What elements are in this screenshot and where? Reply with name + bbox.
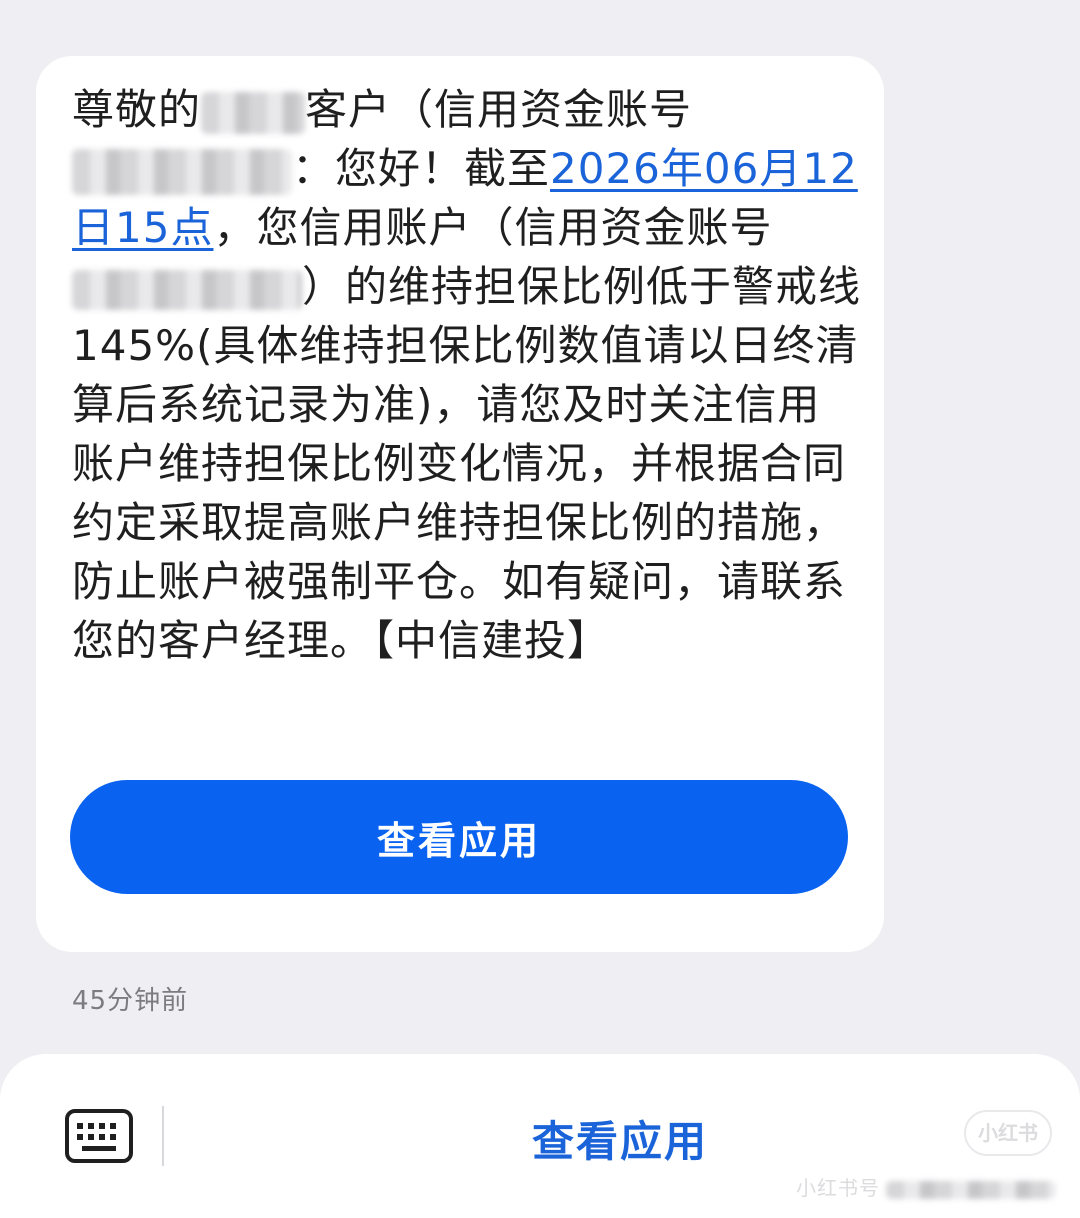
message-bubble: 尊敬的 客户（信用资金账号：您好！截至2026年06月12日15点，您信用账户（信… (36, 56, 884, 952)
watermark-text: 小红书号 (796, 1172, 1056, 1201)
watermark-label: 小红书号 (796, 1176, 880, 1200)
message-timestamp: 45分钟前 (72, 986, 189, 1016)
view-app-button[interactable]: 查看应用 (70, 780, 848, 894)
redacted-account-number-2 (72, 269, 302, 310)
keyboard-icon[interactable] (64, 1108, 134, 1164)
message-part-4: ，您信用账户（信用资金账号 (213, 203, 773, 252)
bottom-bar: 查看应用 小红书 小红书号 (0, 1054, 1080, 1218)
message-part-5: ）的维持担保比例低于警戒线145%(具体维持担保比例数值请以日终清算后系统记录为… (72, 262, 862, 665)
message-part-2: 客户（信用资金账号 (305, 85, 693, 134)
message-part-3: ：您好！截至 (292, 144, 551, 193)
watermark-badge: 小红书 (964, 1110, 1052, 1156)
bottom-bar-divider (162, 1106, 164, 1166)
redacted-account-number (72, 148, 292, 195)
message-part-1: 尊敬的 (72, 85, 202, 134)
redacted-customer-name (201, 91, 306, 134)
bottom-view-app-button[interactable]: 查看应用 (430, 1106, 810, 1170)
redacted-watermark-id (886, 1180, 1056, 1199)
message-text: 尊敬的 客户（信用资金账号：您好！截至2026年06月12日15点，您信用账户（信… (72, 80, 862, 670)
